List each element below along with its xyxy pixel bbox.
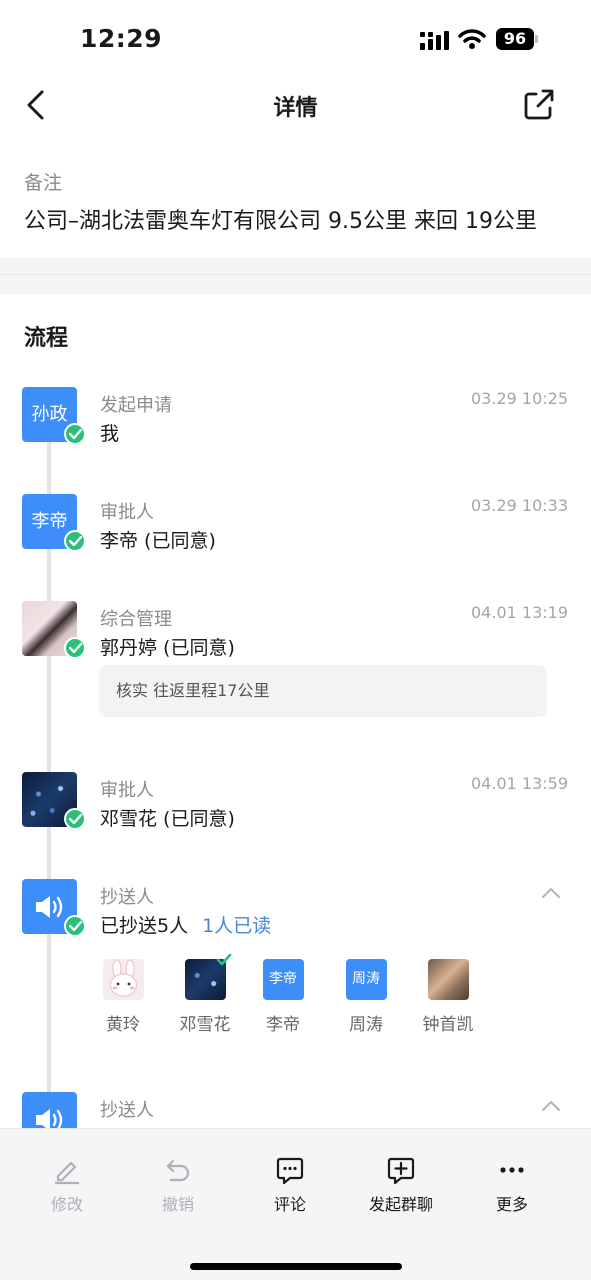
step-name: 李帝 (已同意) [100, 530, 216, 552]
wifi-icon [458, 29, 486, 49]
page-title: 详情 [273, 96, 318, 121]
avatar: 周涛 [345, 959, 387, 1000]
approval-comment: 核实 往返里程17公里 [99, 665, 547, 717]
more-icon [500, 1167, 524, 1173]
cc-recipient-list: 黄玲 邓雪花 李帝 李帝 周涛 周涛 钟首凯 [88, 953, 508, 1039]
cc-recipient[interactable]: 周涛 周涛 [331, 959, 401, 1035]
section-divider [0, 258, 591, 294]
remark-label: 备注 [24, 172, 63, 194]
step-role: 发起申请 [100, 395, 172, 416]
comment-icon [276, 1157, 304, 1185]
step-role: 审批人 [100, 780, 154, 801]
cc-count: 已抄送5人 [100, 915, 189, 937]
step-time: 04.01 13:59 [471, 774, 568, 793]
cc-avatar [22, 879, 86, 937]
speaker-icon [36, 896, 63, 918]
check-badge-icon [64, 915, 86, 937]
avatar-photo[interactable] [22, 772, 86, 830]
step-name: 已抄送5人 1人已读 [100, 911, 271, 938]
cc-name: 黄玲 [106, 1015, 140, 1035]
avatar-photo [427, 959, 469, 1000]
check-badge-icon [64, 808, 86, 830]
flow-section-title: 流程 [24, 326, 69, 351]
edit-button[interactable]: 修改 [22, 1155, 112, 1215]
step-time: 03.29 10:33 [471, 496, 568, 515]
chevron-up-icon[interactable] [541, 1100, 561, 1112]
read-count-link[interactable]: 1人已读 [202, 915, 271, 937]
avatar: 李帝 [262, 959, 304, 1000]
read-check-icon [216, 953, 231, 966]
step-role: 抄送人 [100, 1100, 154, 1121]
undo-icon [166, 1159, 190, 1182]
group-chat-icon [387, 1157, 415, 1185]
check-badge-icon [64, 423, 86, 445]
remark-value: 公司–湖北法雷奥车灯有限公司 9.5公里 来回 19公里 [24, 209, 537, 234]
home-indicator [190, 1263, 402, 1270]
nav-bar: 详情 [0, 70, 591, 140]
undo-button[interactable]: 撤销 [133, 1155, 223, 1215]
comment-button[interactable]: 评论 [245, 1155, 335, 1215]
avatar-text: 孙政 [31, 404, 68, 425]
step-role: 抄送人 [100, 887, 154, 908]
cc-recipient[interactable]: 黄玲 [88, 959, 158, 1035]
avatar-photo[interactable] [22, 601, 86, 659]
undo-label: 撤销 [161, 1195, 194, 1214]
cc-name: 李帝 [266, 1015, 300, 1035]
avatar[interactable]: 孙政 [22, 387, 86, 445]
battery-level: 96 [496, 28, 534, 50]
check-badge-icon [64, 530, 86, 552]
cc-name: 钟首凯 [422, 1015, 474, 1035]
edit-label: 修改 [50, 1195, 83, 1214]
step-role: 综合管理 [100, 609, 172, 630]
cc-recipient[interactable]: 钟首凯 [413, 959, 483, 1035]
status-time: 12:29 [80, 24, 163, 53]
avatar[interactable]: 李帝 [22, 494, 86, 552]
battery-icon: 96 [496, 28, 538, 50]
group-chat-button[interactable]: 发起群聊 [356, 1155, 446, 1215]
more-button[interactable]: 更多 [467, 1155, 557, 1215]
step-time: 04.01 13:19 [471, 603, 568, 622]
more-label: 更多 [495, 1195, 528, 1214]
step-name: 邓雪花 (已同意) [100, 808, 235, 830]
avatar-photo [184, 953, 231, 1000]
comment-label: 评论 [273, 1195, 306, 1214]
cc-name: 周涛 [349, 1015, 383, 1035]
edit-icon [54, 1161, 80, 1185]
chevron-up-icon[interactable] [541, 887, 561, 899]
step-name: 我 [100, 423, 120, 445]
avatar-rabbit [102, 959, 144, 1000]
cc-recipient[interactable]: 邓雪花 [170, 953, 240, 1035]
step-time: 03.29 10:25 [471, 389, 568, 408]
cc-recipient[interactable]: 李帝 李帝 [248, 959, 318, 1035]
status-bar: 12:29 96 [0, 0, 591, 70]
avatar-text: 李帝 [31, 511, 68, 532]
bottom-toolbar: 修改 撤销 评论 发起群聊 更多 [0, 1128, 591, 1280]
cellular-signal-icon [420, 31, 449, 50]
check-badge-icon [64, 637, 86, 659]
step-name: 郭丹婷 (已同意) [100, 637, 235, 659]
share-export-icon[interactable] [522, 86, 556, 122]
cc-name: 邓雪花 [179, 1015, 231, 1035]
divider-line [0, 274, 591, 275]
group-chat-label: 发起群聊 [368, 1195, 433, 1214]
step-role: 审批人 [100, 502, 154, 523]
